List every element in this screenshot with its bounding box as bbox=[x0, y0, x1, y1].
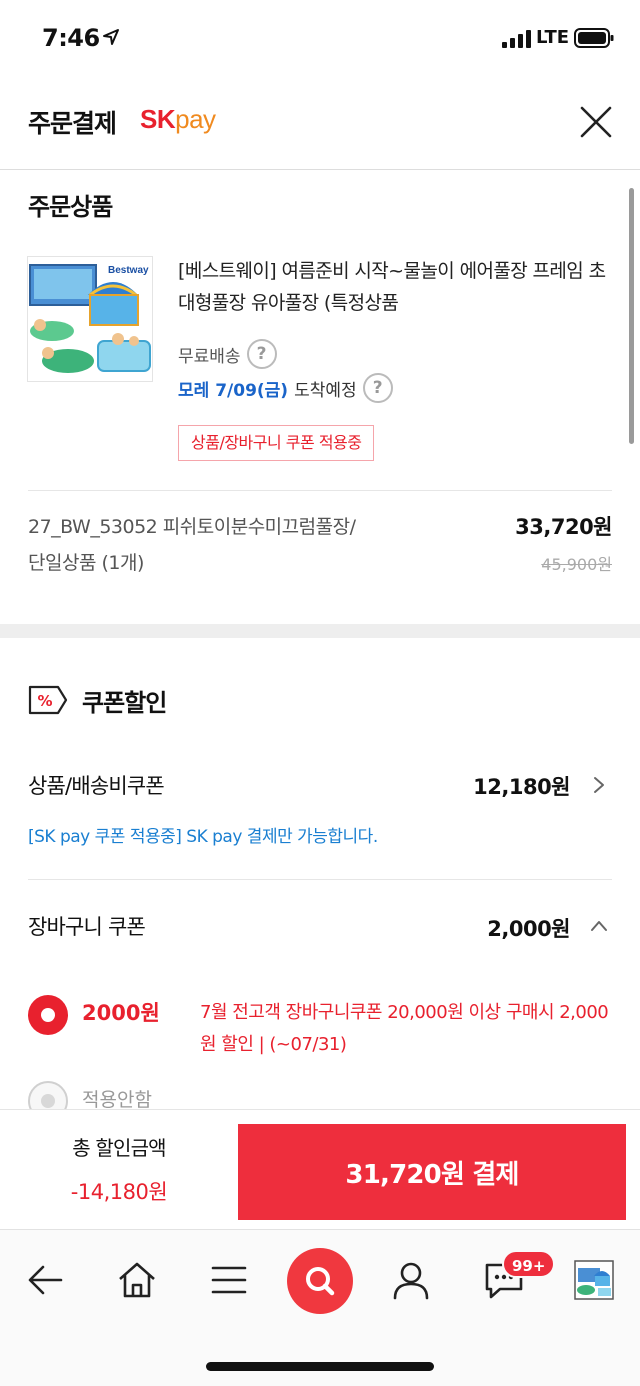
cart-coupon-value[interactable]: 2,000원 bbox=[487, 913, 570, 943]
back-arrow-icon bbox=[28, 1265, 63, 1295]
thumb-brand-text: Bestway bbox=[108, 265, 149, 276]
home-icon bbox=[119, 1262, 155, 1298]
coupon-section-title: 쿠폰할인 bbox=[82, 689, 167, 717]
scrollbar[interactable] bbox=[629, 188, 634, 444]
coupon-option-amount[interactable]: 2000원 bbox=[82, 997, 160, 1027]
location-arrow-icon bbox=[103, 29, 119, 45]
coupon-percent-icon: % bbox=[28, 685, 68, 715]
option-line-2: 단일상품 (1개) bbox=[28, 552, 144, 574]
product-coupon-label[interactable]: 상품/배송비쿠폰 bbox=[28, 770, 165, 800]
arrival-info: 모레 7/09(금) 도착예정 ? bbox=[178, 373, 393, 403]
home-indicator bbox=[206, 1362, 434, 1371]
order-content[interactable]: 주문상품 Bestway [베스트웨이] 여름준비 시작~물놀이 에어풀장 프레… bbox=[0, 171, 640, 1109]
chevron-right-icon[interactable] bbox=[590, 776, 608, 794]
notification-badge: 99+ bbox=[502, 1250, 556, 1278]
page-title: 주문결제 bbox=[28, 109, 117, 138]
status-time: 7:46 bbox=[42, 24, 100, 52]
svg-text:%: % bbox=[37, 692, 52, 710]
original-price: 45,900원 bbox=[541, 555, 612, 574]
section-separator bbox=[0, 624, 640, 638]
coupon-radio-none[interactable] bbox=[28, 1081, 68, 1109]
product-option: 27_BW_53052 피쉬토이분수미끄럼풀장/ 단일상품 (1개) bbox=[28, 509, 356, 581]
close-icon[interactable] bbox=[574, 100, 618, 144]
divider bbox=[28, 879, 612, 880]
recent-item-button[interactable] bbox=[566, 1252, 622, 1308]
pool-product-image: Bestway bbox=[28, 257, 152, 381]
skpay-logo: SKpay bbox=[140, 104, 216, 135]
product-coupon-value[interactable]: 12,180원 bbox=[473, 771, 570, 801]
product-thumbnail[interactable]: Bestway bbox=[27, 256, 153, 382]
cart-coupon-label[interactable]: 장바구니 쿠폰 bbox=[28, 911, 146, 941]
signal-icon bbox=[502, 30, 531, 48]
page-header: 주문결제 SKpay bbox=[0, 80, 640, 170]
skpay-coupon-note: [SK pay 쿠폰 적용중] SK pay 결제만 가능합니다. bbox=[28, 827, 378, 847]
user-icon bbox=[393, 1262, 429, 1300]
coupon-option-desc[interactable]: 7월 전고객 장바구니쿠폰 20,000원 이상 구매시 2,000원 할인 |… bbox=[200, 997, 610, 1061]
total-discount-label: 총 할인금액 bbox=[72, 1136, 166, 1160]
my-page-button[interactable] bbox=[383, 1252, 439, 1308]
search-button[interactable] bbox=[287, 1248, 353, 1314]
chevron-up-icon[interactable] bbox=[590, 917, 608, 935]
coupon-radio-selected[interactable] bbox=[28, 995, 68, 1035]
coupon-applied-badge: 상품/장바구니 쿠폰 적용중 bbox=[178, 425, 375, 461]
payment-bar: 총 할인금액 -14,180원 31,720원 결제 bbox=[0, 1109, 640, 1229]
option-line-1: 27_BW_53052 피쉬토이분수미끄럼풀장/ bbox=[28, 516, 356, 538]
skpay-logo-pay: pay bbox=[175, 104, 216, 134]
product-name[interactable]: [베스트웨이] 여름준비 시작~물놀이 에어풀장 프레임 초대형풀장 유아풀장 … bbox=[178, 255, 618, 319]
arrival-suffix: 도착예정 bbox=[294, 380, 357, 401]
battery-icon bbox=[574, 28, 614, 48]
search-icon bbox=[306, 1267, 335, 1296]
hamburger-menu-icon bbox=[211, 1266, 247, 1294]
home-button[interactable] bbox=[109, 1252, 165, 1308]
order-section-title: 주문상품 bbox=[28, 193, 113, 221]
arrival-help-icon[interactable]: ? bbox=[362, 373, 393, 403]
total-discount-value: -14,180원 bbox=[70, 1180, 168, 1204]
skpay-logo-sk: SK bbox=[140, 104, 176, 134]
recent-product-thumbnail bbox=[574, 1260, 614, 1300]
arrival-date: 모레 7/09(금) bbox=[178, 380, 289, 401]
back-button[interactable] bbox=[17, 1252, 73, 1308]
shipping-info: 무료배송 ? bbox=[178, 339, 277, 369]
pay-button[interactable]: 31,720원 결제 bbox=[238, 1124, 626, 1220]
coupon-option-none-label[interactable]: 적용안함 bbox=[82, 1085, 152, 1109]
shipping-label: 무료배송 bbox=[178, 346, 241, 367]
shipping-help-icon[interactable]: ? bbox=[246, 339, 277, 369]
status-bar: 7:46 LTE bbox=[0, 0, 640, 80]
menu-button[interactable] bbox=[201, 1252, 257, 1308]
sale-price: 33,720원 bbox=[515, 515, 612, 539]
network-type: LTE bbox=[536, 27, 570, 48]
divider bbox=[28, 490, 612, 491]
